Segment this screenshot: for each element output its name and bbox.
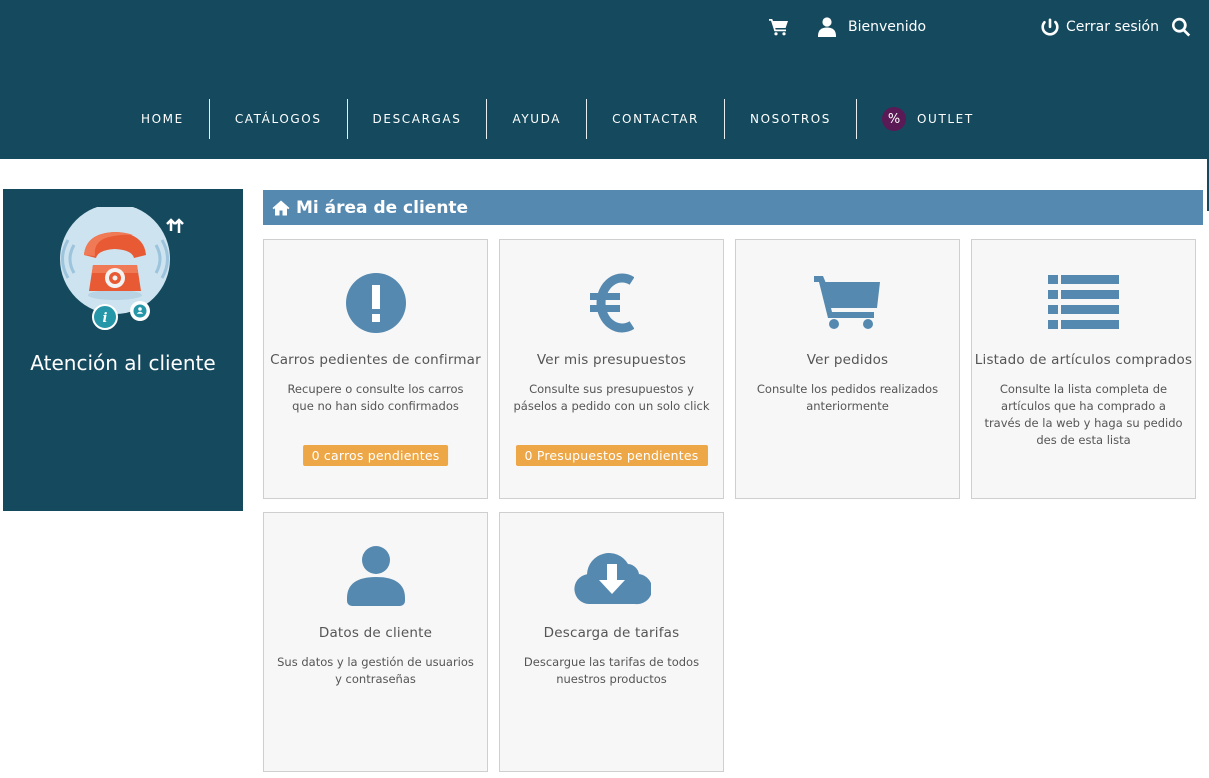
search-button[interactable] — [1171, 14, 1191, 40]
nav-divider — [486, 99, 488, 139]
user-icon — [818, 17, 836, 37]
card-description: Consulte sus presupuestos y páselos a pe… — [513, 382, 710, 413]
card-description: Descargue las tarifas de todos nuestros … — [523, 655, 700, 686]
card-description: Recupere o consulte los carros que no ha… — [287, 382, 464, 413]
card-title: Listado de artículos comprados — [974, 352, 1193, 368]
page-title: Mi área de cliente — [263, 190, 1203, 225]
customer-service-panel[interactable]: i Atención al cliente — [3, 189, 243, 511]
list-icon — [1047, 275, 1119, 329]
shopping-cart-icon — [769, 19, 788, 36]
customer-service-title: Atención al cliente — [30, 351, 216, 375]
welcome-user-link[interactable]: Bienvenido — [818, 14, 926, 40]
nav-item-contactar[interactable]: CONTACTAR — [587, 99, 724, 139]
cart-link[interactable] — [769, 14, 789, 40]
home-icon — [272, 200, 290, 215]
cloud-download-icon — [573, 553, 651, 605]
nav-divider — [856, 99, 858, 139]
card-title: Ver mis presupuestos — [536, 352, 687, 368]
svg-text:i: i — [103, 311, 108, 326]
exclamation-circle-icon — [345, 273, 406, 333]
card-title: Ver pedidos — [806, 352, 889, 368]
telephone-support-illustration: i — [60, 207, 184, 330]
nav-divider — [724, 99, 725, 139]
logout-label: Cerrar sesión — [1066, 19, 1159, 35]
card-title: Descarga de tarifas — [543, 625, 680, 641]
card-description: Sus datos y la gestión de usuarios y con… — [277, 655, 474, 686]
nav-item-home[interactable]: HOME — [116, 99, 209, 139]
card-description: Consulte la lista completa de artículos … — [984, 382, 1183, 447]
nav-divider — [208, 99, 210, 139]
card-title: Carros pedientes de confirmar — [270, 352, 481, 368]
quotes-card[interactable]: Ver mis presupuestos Consulte sus presup… — [499, 239, 724, 499]
nav-item-catalogos[interactable]: CATÁLOGOS — [210, 99, 347, 139]
nav-item-outlet[interactable]: % OUTLET — [857, 99, 999, 139]
customer-data-card[interactable]: Datos de cliente Sus datos y la gestión … — [263, 512, 488, 772]
user-icon — [346, 546, 405, 606]
main-nav: HOME CATÁLOGOS DESCARGAS AYUDA CONTACTAR… — [116, 99, 999, 139]
nav-item-ayuda[interactable]: AYUDA — [487, 99, 586, 139]
euro-icon — [589, 273, 634, 333]
welcome-label: Bienvenido — [848, 19, 927, 35]
purchased-items-card[interactable]: Listado de artículos comprados Consulte … — [971, 239, 1196, 499]
card-description: Consulte los pedidos realizados anterior… — [756, 382, 939, 413]
percent-icon: % — [882, 107, 907, 131]
site-header: Bienvenido Cerrar sesión HOME CATÁLOGOS … — [0, 0, 1209, 159]
power-icon — [1041, 18, 1059, 36]
page-title-text: Mi área de cliente — [296, 197, 469, 218]
shopping-cart-icon — [813, 276, 880, 329]
orders-card[interactable]: Ver pedidos Consulte los pedidos realiza… — [735, 239, 960, 499]
search-icon — [1172, 17, 1191, 37]
card-title: Datos de cliente — [318, 625, 433, 641]
nav-item-nosotros[interactable]: NOSOTROS — [725, 99, 856, 139]
nav-divider — [346, 99, 348, 139]
rate-download-card[interactable]: Descarga de tarifas Descargue las tarifa… — [499, 512, 724, 772]
nav-item-descargas[interactable]: DESCARGAS — [348, 99, 487, 139]
nav-item-outlet-label: OUTLET — [917, 112, 974, 126]
nav-divider — [586, 99, 588, 139]
pending-carts-card[interactable]: Carros pedientes de confirmar Recupere o… — [263, 239, 488, 499]
logout-link[interactable]: Cerrar sesión — [1041, 14, 1159, 40]
pending-carts-button[interactable]: 0 carros pendientes — [302, 445, 449, 466]
pending-quotes-button[interactable]: 0 Presupuestos pendientes — [515, 445, 708, 466]
